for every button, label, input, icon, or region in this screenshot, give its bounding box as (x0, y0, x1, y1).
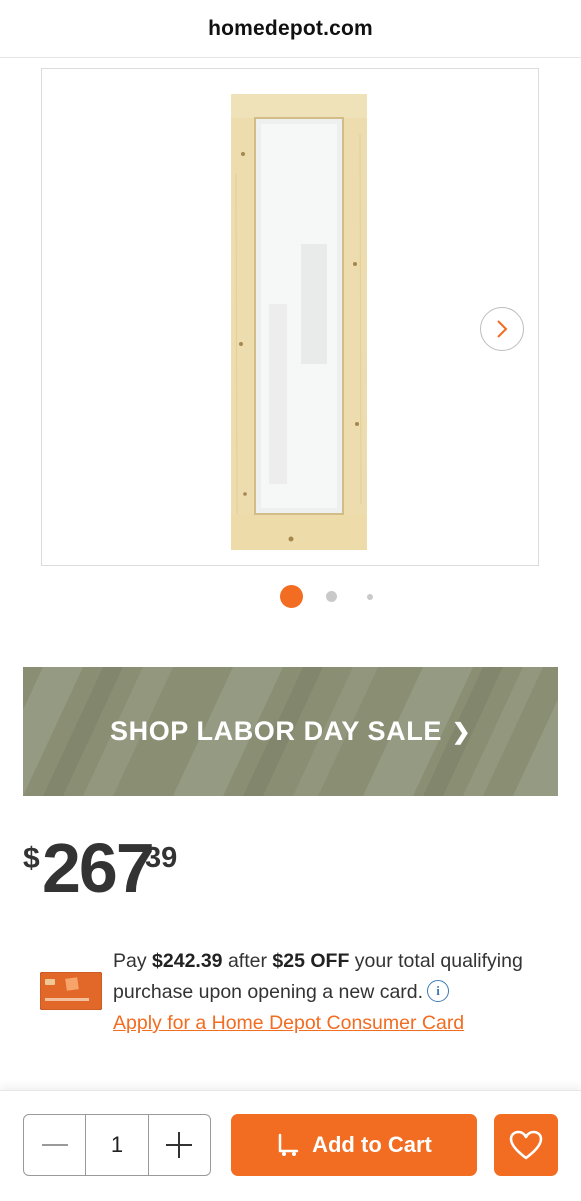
price-dollars: 267 (42, 829, 155, 907)
offer-pay-amount: $242.39 (152, 950, 223, 972)
heart-icon (509, 1130, 543, 1160)
product-image-gallery[interactable] (41, 68, 539, 566)
chevron-right-icon (497, 320, 508, 338)
price-cents: 39 (145, 842, 178, 874)
url-bar[interactable]: homedepot.com (0, 0, 581, 58)
increase-quantity-button[interactable] (149, 1115, 210, 1175)
quantity-input[interactable]: 1 (85, 1115, 149, 1175)
price-currency: $ (23, 842, 40, 875)
gallery-pagination (0, 584, 581, 608)
product-image-door (231, 94, 367, 550)
add-to-cart-label: Add to Cart (312, 1132, 432, 1157)
gallery-dot-3[interactable] (367, 594, 373, 600)
credit-card-offer: Pay $242.39 after $25 OFF your total qua… (40, 946, 560, 1046)
sticky-cart-bar: 1 Add to Cart (0, 1090, 581, 1201)
chevron-right-icon: ❯ (451, 718, 472, 744)
info-icon[interactable]: i (427, 980, 450, 1002)
gallery-dot-1-active[interactable] (280, 585, 303, 608)
offer-discount: $25 OFF (272, 950, 350, 972)
apply-card-link[interactable]: Apply for a Home Depot Consumer Card (113, 1012, 464, 1034)
gallery-dot-2[interactable] (326, 591, 337, 602)
gallery-next-button[interactable] (480, 307, 524, 351)
offer-after-text: after (227, 950, 267, 972)
offer-description: Pay $242.39 after $25 OFF your total qua… (113, 946, 553, 1039)
home-depot-card-image (40, 972, 102, 1010)
plus-icon (166, 1132, 193, 1158)
banner-label: SHOP LABOR DAY SALE (109, 716, 442, 746)
dolly-cart-icon (278, 1133, 299, 1156)
offer-pay-prefix: Pay (113, 950, 147, 972)
minus-icon (41, 1144, 68, 1146)
add-to-cart-button[interactable]: Add to Cart (231, 1114, 477, 1176)
labor-day-sale-banner[interactable]: SHOP LABOR DAY SALE ❯ (23, 667, 558, 796)
decrease-quantity-button[interactable] (24, 1115, 85, 1175)
favorite-button[interactable] (494, 1114, 558, 1176)
quantity-stepper: 1 (23, 1114, 211, 1176)
url-text: homedepot.com (208, 16, 373, 40)
